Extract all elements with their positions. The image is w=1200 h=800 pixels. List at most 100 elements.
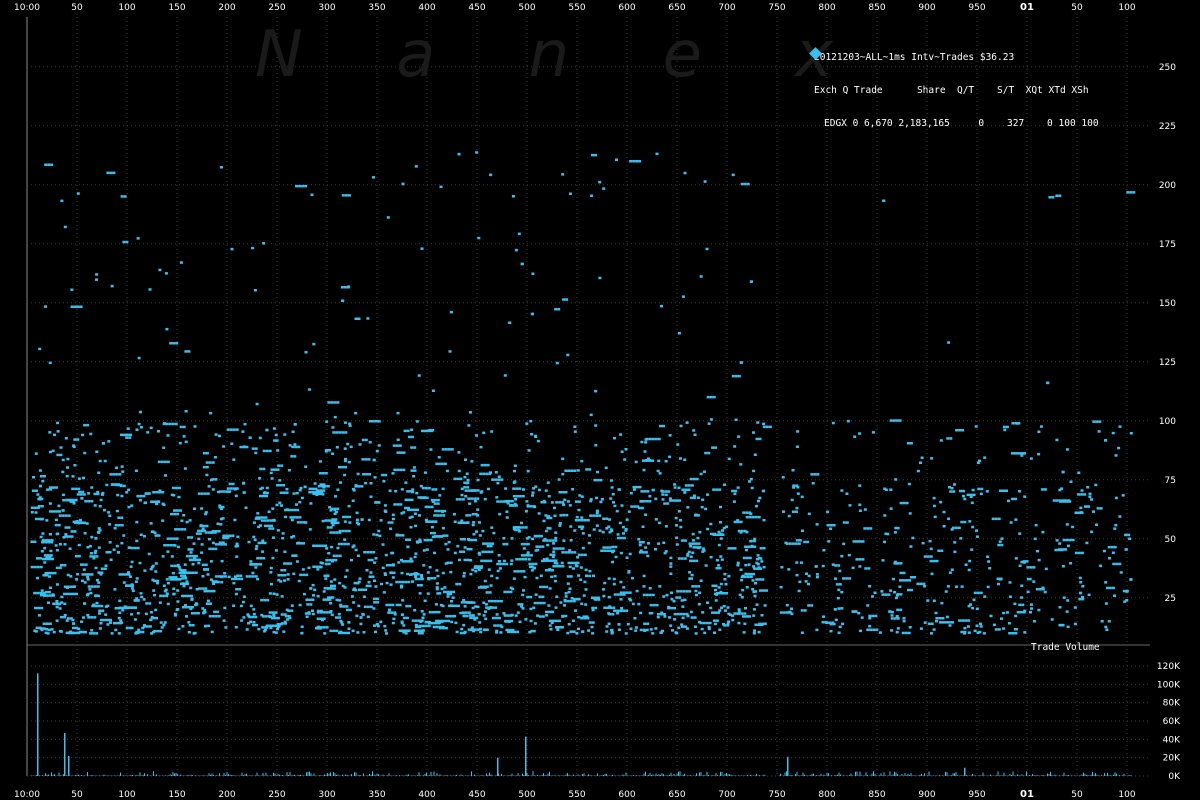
trade-point [312, 544, 316, 547]
trade-point [467, 628, 471, 631]
volume-bar [405, 775, 406, 776]
trade-point [692, 429, 696, 432]
volume-bar [310, 773, 312, 776]
trade-point [287, 609, 291, 612]
trade-point [444, 448, 448, 451]
trade-point [464, 611, 468, 614]
trade-point [545, 585, 549, 589]
x-tick-label-top: 500 [518, 3, 535, 13]
trade-point [48, 533, 52, 536]
trade-point [259, 494, 262, 498]
trade-point [556, 628, 560, 631]
trade-point [694, 589, 698, 593]
trade-point [632, 160, 636, 163]
trade-point [360, 518, 364, 521]
trade-point [147, 492, 151, 495]
trade-point [898, 419, 902, 422]
trade-point [691, 532, 695, 536]
trade-point [499, 631, 503, 634]
trade-point [53, 433, 56, 437]
trade-point [247, 540, 251, 544]
trade-point [311, 609, 314, 612]
trade-point [155, 491, 159, 494]
volume-bar [816, 775, 817, 776]
volume-bar [597, 773, 598, 776]
trade-point [50, 628, 54, 631]
trade-point [624, 529, 628, 532]
trade-point [95, 632, 99, 635]
trade-point [807, 574, 811, 578]
trade-point [1077, 511, 1081, 514]
trade-point [48, 594, 52, 597]
trade-point [223, 572, 227, 575]
trade-point [216, 610, 220, 614]
trade-point [63, 602, 67, 606]
trade-point [916, 582, 920, 586]
trade-point [276, 623, 280, 626]
trade-point [392, 571, 396, 575]
trade-point [252, 623, 255, 627]
trade-point [279, 623, 283, 626]
volume-bar [124, 775, 126, 776]
trade-point [577, 616, 581, 619]
trade-point [518, 487, 522, 490]
trade-point [794, 542, 798, 545]
trade-point [719, 505, 722, 509]
trade-point [398, 534, 402, 537]
volume-bar [429, 775, 430, 776]
trade-point [507, 619, 511, 623]
trade-point [670, 606, 673, 610]
trade-point [436, 502, 440, 505]
trade-point [731, 614, 735, 617]
volume-bar [874, 773, 876, 776]
trade-point [213, 531, 217, 534]
trade-point [338, 465, 341, 469]
trade-point [370, 558, 374, 562]
trade-point [90, 616, 94, 619]
trade-point [692, 559, 696, 563]
trade-point [1055, 438, 1059, 442]
trade-point [410, 560, 414, 563]
trade-point [355, 518, 359, 522]
trade-point [438, 592, 442, 595]
trade-point [458, 558, 461, 562]
trade-point [948, 486, 951, 489]
trade-point [1086, 486, 1090, 489]
trade-point [390, 521, 394, 524]
trade-point [287, 469, 291, 472]
trade-point [316, 568, 320, 571]
volume-bar [966, 775, 967, 776]
trade-point [595, 524, 599, 527]
trade-point [369, 571, 373, 574]
trade-point [1011, 452, 1014, 455]
trade-point [349, 445, 353, 449]
trade-point [573, 425, 577, 428]
trade-point [554, 536, 558, 540]
trade-point [95, 273, 99, 276]
trade-point [548, 559, 552, 562]
trade-point [223, 575, 227, 578]
volume-tick-label: 0K [1168, 772, 1181, 782]
trade-point [552, 550, 556, 553]
trade-point [595, 511, 599, 515]
trade-point [654, 437, 658, 441]
trade-point [710, 532, 713, 536]
trade-point [541, 595, 545, 599]
trade-point [930, 632, 933, 635]
trade-point [535, 545, 539, 548]
trade-point [430, 577, 434, 580]
trade-point [362, 631, 366, 634]
trade-point [814, 565, 818, 568]
trade-point [441, 619, 445, 623]
trade-point [554, 559, 558, 562]
trade-point [520, 554, 524, 557]
trade-point [643, 450, 647, 453]
trade-point [530, 433, 534, 436]
trade-point [184, 410, 188, 413]
trade-point [344, 431, 348, 434]
trade-point [106, 171, 110, 175]
trade-point [169, 342, 173, 345]
trade-point [871, 431, 875, 434]
trade-point [324, 577, 328, 580]
volume-bar [696, 773, 697, 776]
